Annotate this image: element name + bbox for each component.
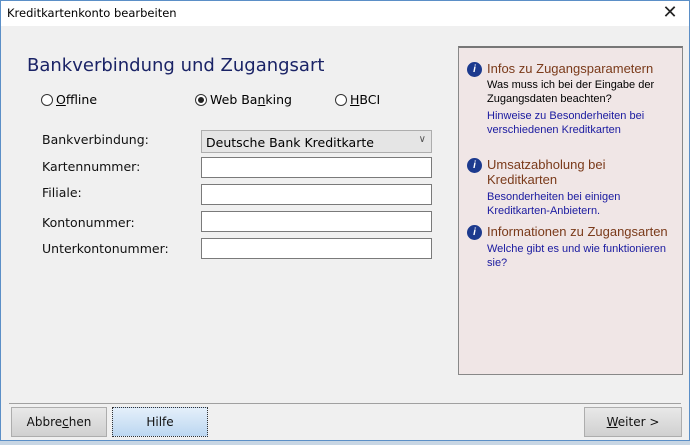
radio-circle[interactable] — [195, 93, 207, 106]
bankverbindung-select[interactable]: Deutsche Bank Kreditkarte ∨ — [201, 130, 432, 153]
divider — [9, 403, 681, 404]
section-title: Informationen zu Zugangsarten — [487, 224, 668, 239]
radio-circle[interactable] — [335, 93, 347, 106]
cancel-button[interactable]: Abbrechen — [11, 407, 107, 437]
anbieter-link[interactable]: Besonderheiten bei einigen Kreditkarten-… — [487, 190, 677, 218]
radio-offline[interactable]: Offline — [41, 92, 97, 107]
page-title: Bankverbindung und Zugangsart — [27, 55, 325, 76]
help-button[interactable]: Hilfe — [112, 407, 208, 437]
zugangsarten-link[interactable]: Welche gibt es und wie funktionieren sie… — [487, 242, 677, 270]
radio-circle[interactable] — [41, 93, 53, 106]
info-panel: i Infos zu Zugangsparametern Was muss ic… — [458, 46, 683, 375]
kartennummer-label: Kartennummer: — [42, 159, 141, 174]
window-title: Kreditkartenkonto bearbeiten — [7, 6, 177, 20]
info-section-zugangsarten: i Informationen zu Zugangsarten Welche g… — [467, 224, 677, 270]
info-icon: i — [467, 158, 482, 173]
kontonummer-label: Kontonummer: — [42, 215, 135, 230]
info-icon: i — [467, 62, 482, 77]
radio-hbci[interactable]: HBCI — [335, 92, 380, 107]
kreditkarten-hints-link[interactable]: Hinweise zu Besonderheiten bei verschied… — [487, 109, 677, 137]
section-title: Umsatzabholung bei Kreditkarten — [487, 157, 606, 187]
unterkontonummer-input[interactable] — [201, 238, 432, 259]
section-description: Was muss ich bei der Eingabe der Zugangs… — [487, 79, 655, 105]
kontonummer-input[interactable] — [201, 211, 432, 232]
section-title: Infos zu Zugangsparametern — [487, 61, 654, 76]
unterkontonummer-label: Unterkontonummer: — [42, 241, 169, 256]
kartennummer-input[interactable] — [201, 157, 432, 178]
select-value: Deutsche Bank Kreditkarte — [206, 135, 374, 150]
info-icon: i — [467, 225, 482, 240]
info-section-zugangsparameter: i Infos zu Zugangsparametern Was muss ic… — [467, 61, 677, 137]
chevron-down-icon: ∨ — [418, 134, 426, 145]
filiale-input[interactable] — [201, 184, 432, 205]
title-bar: Kreditkartenkonto bearbeiten ✕ — [1, 1, 689, 26]
info-section-umsatzabholung: i Umsatzabholung bei Kreditkarten Besond… — [467, 157, 677, 218]
next-button[interactable]: Weiter > — [584, 407, 682, 437]
bankverbindung-label: Bankverbindung: — [42, 132, 149, 147]
filiale-label: Filiale: — [42, 185, 82, 200]
radio-web-banking[interactable]: Web Banking — [195, 92, 292, 107]
close-button[interactable]: ✕ — [657, 2, 683, 24]
dialog-window: Kreditkartenkonto bearbeiten ✕ Bankverbi… — [0, 0, 690, 441]
